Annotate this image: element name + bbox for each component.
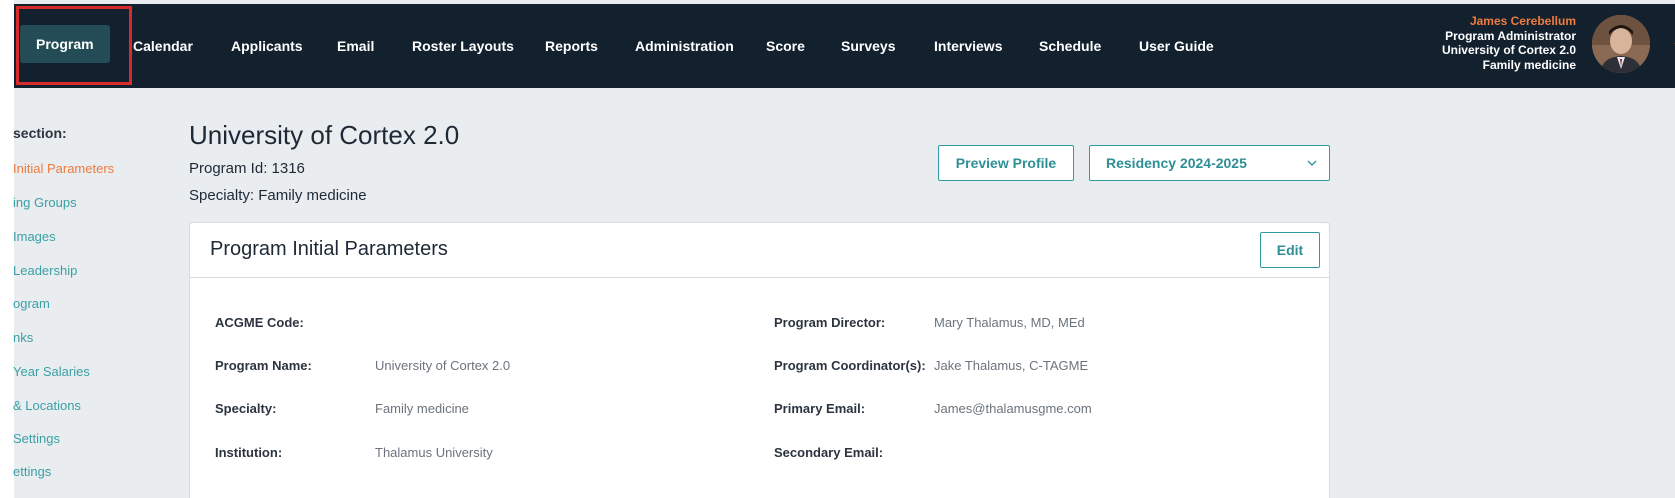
sidebar-item-leadership[interactable]: Leadership (13, 263, 77, 278)
nav-item-user-guide[interactable]: User Guide (1139, 4, 1214, 88)
nav-item-calendar[interactable]: Calendar (133, 4, 193, 88)
season-select[interactable]: Residency 2024-2025 (1089, 145, 1330, 181)
season-select-value: Residency 2024-2025 (1106, 155, 1247, 171)
preview-profile-button[interactable]: Preview Profile (938, 145, 1074, 181)
field-label-program-name: Program Name: (215, 358, 312, 373)
nav-item-interviews[interactable]: Interviews (934, 4, 1002, 88)
sidebar-item-locations[interactable]: & Locations (13, 398, 81, 413)
sidebar-item-settings-1[interactable]: Settings (13, 431, 60, 446)
field-label-institution: Institution: (215, 445, 283, 460)
field-value-program-director: Mary Thalamus, MD, MEd (934, 315, 1085, 330)
user-info[interactable]: James Cerebellum Program Administrator U… (1442, 14, 1576, 72)
user-name: James Cerebellum (1469, 14, 1576, 28)
field-label-secondary-email: Secondary Email: (774, 445, 884, 460)
field-value-program-coordinators: Jake Thalamus, C-TAGME (934, 358, 1089, 373)
nav-item-roster-layouts[interactable]: Roster Layouts (412, 4, 514, 88)
user-specialty: Family medicine (1482, 57, 1576, 72)
nav-item-reports[interactable]: Reports (545, 4, 598, 88)
field-value-program-name: University of Cortex 2.0 (375, 358, 511, 373)
user-role: Program Administrator (1445, 28, 1576, 43)
sidebar: section: Initial Parameters ing Groups I… (0, 88, 160, 498)
nav-item-administration[interactable]: Administration (635, 4, 734, 88)
field-value-specialty: Family medicine (375, 401, 469, 416)
sidebar-item-images[interactable]: Images (13, 229, 56, 244)
sidebar-item-links[interactable]: nks (13, 330, 33, 345)
nav-item-score[interactable]: Score (766, 4, 805, 88)
top-navigation-bar: Program Calendar Applicants Email Roster… (14, 4, 1675, 88)
field-label-primary-email: Primary Email: (774, 401, 866, 416)
nav-item-schedule[interactable]: Schedule (1039, 4, 1101, 88)
nav-item-surveys[interactable]: Surveys (841, 4, 895, 88)
field-label-acgme-code: ACGME Code: (215, 315, 304, 330)
sidebar-item-groups[interactable]: ing Groups (13, 195, 77, 210)
nav-item-applicants[interactable]: Applicants (231, 4, 303, 88)
card-header: Program Initial Parameters Edit (190, 223, 1329, 278)
sidebar-item-settings-2[interactable]: ettings (13, 464, 51, 479)
chevron-down-icon (1307, 160, 1317, 166)
program-specialty: Specialty: Family medicine (189, 187, 367, 204)
field-value-primary-email: James@thalamusgme.com (934, 401, 1092, 416)
field-value-institution: Thalamus University (375, 445, 493, 460)
field-label-program-director: Program Director: (774, 315, 886, 330)
card-title: Program Initial Parameters (210, 238, 448, 260)
field-label-program-coordinators: Program Coordinator(s): (774, 358, 926, 373)
program-id: Program Id: 1316 (189, 160, 305, 177)
program-parameters-card: Program Initial Parameters Edit ACGME Co… (189, 222, 1330, 498)
page-title: University of Cortex 2.0 (189, 120, 460, 150)
field-label-specialty: Specialty: (215, 401, 277, 416)
avatar[interactable] (1592, 15, 1650, 73)
user-institution: University of Cortex 2.0 (1441, 43, 1576, 57)
sidebar-item-year-salaries[interactable]: Year Salaries (13, 364, 90, 379)
sidebar-item-initial-parameters[interactable]: Initial Parameters (13, 161, 114, 176)
edit-button[interactable]: Edit (1260, 232, 1320, 268)
sidebar-heading: section: (13, 125, 67, 141)
nav-item-email[interactable]: Email (337, 4, 374, 88)
sidebar-item-program[interactable]: ogram (13, 296, 50, 311)
nav-item-program[interactable]: Program (20, 25, 110, 63)
